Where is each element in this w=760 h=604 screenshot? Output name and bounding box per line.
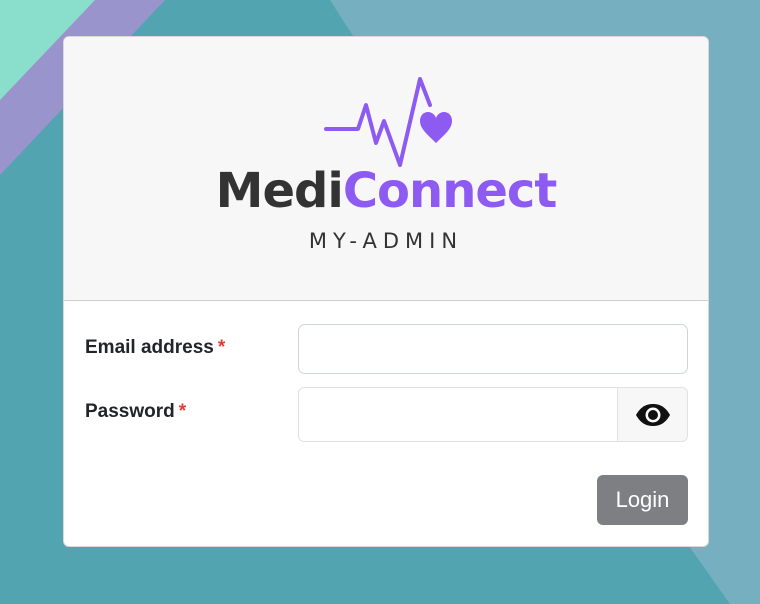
show-password-button[interactable] <box>617 387 688 442</box>
login-card: MediConnect MY-ADMIN Email address * Pass… <box>63 36 709 547</box>
required-marker: * <box>217 337 226 358</box>
brand-name-part2: Connect <box>342 163 557 219</box>
email-field[interactable] <box>298 324 688 374</box>
password-field[interactable] <box>298 387 618 442</box>
password-input-group <box>298 387 688 442</box>
email-label-text: Email address <box>85 337 214 358</box>
login-button[interactable]: Login <box>597 475 688 525</box>
email-label: Email address * <box>85 336 225 360</box>
password-label: Password * <box>85 400 186 424</box>
required-marker: * <box>178 401 187 422</box>
heartbeat-heart-icon <box>324 77 452 167</box>
brand-name-part1: Medi <box>215 163 344 219</box>
brand-logo: MediConnect <box>64 163 708 219</box>
password-label-text: Password <box>85 401 175 422</box>
card-header: MediConnect MY-ADMIN <box>64 37 708 301</box>
eye-icon <box>635 403 670 426</box>
brand-subtitle: MY-ADMIN <box>308 229 464 253</box>
